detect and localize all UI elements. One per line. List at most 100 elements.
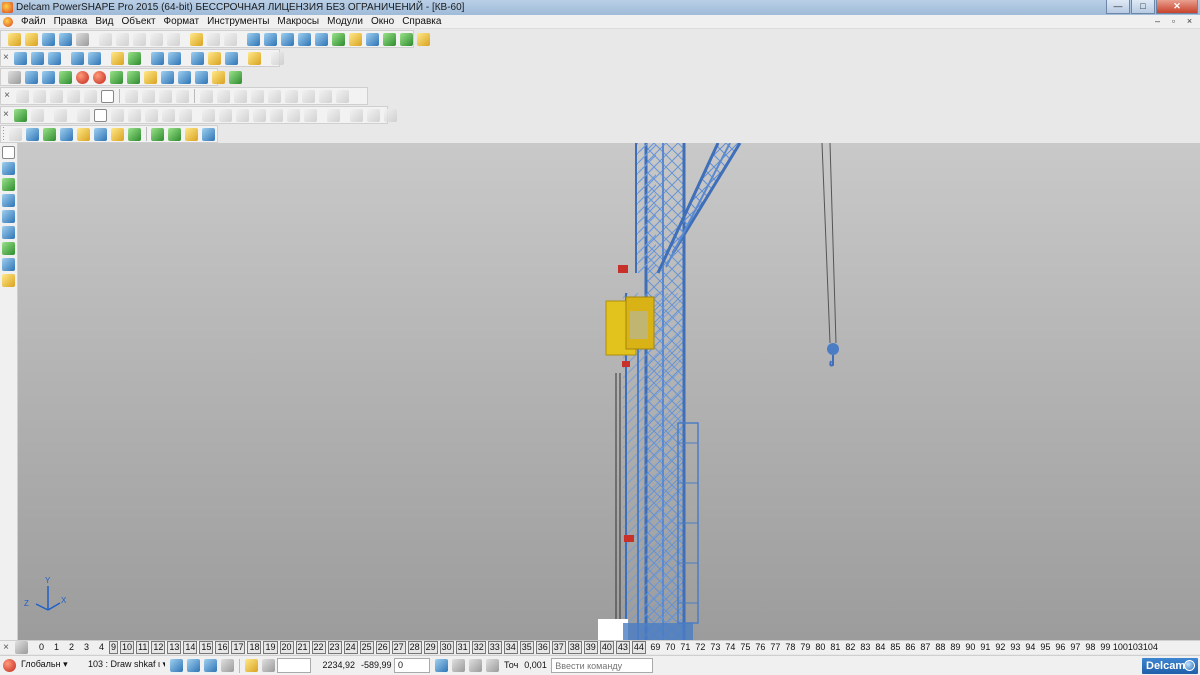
menu-help[interactable]: Справка bbox=[398, 15, 445, 29]
copy-icon[interactable] bbox=[116, 32, 129, 46]
mesh-icon[interactable] bbox=[161, 70, 174, 84]
view-iso-icon[interactable] bbox=[47, 51, 61, 65]
level-button[interactable]: 34 bbox=[503, 641, 518, 654]
electrode-icon[interactable] bbox=[212, 70, 225, 84]
view-cube-icon[interactable] bbox=[70, 51, 84, 65]
curve-edit-6-icon[interactable] bbox=[125, 89, 138, 103]
save-icon[interactable] bbox=[42, 32, 55, 46]
level-button[interactable]: 12 bbox=[151, 641, 166, 654]
solid-icon[interactable] bbox=[59, 70, 72, 84]
surface-edit-10-icon[interactable] bbox=[218, 108, 232, 122]
levels-close-icon[interactable]: × bbox=[2, 641, 10, 654]
surface-edit-7-icon[interactable] bbox=[161, 108, 175, 122]
coord-z[interactable]: 0 bbox=[394, 658, 430, 673]
curve-edit-14-icon[interactable] bbox=[268, 89, 281, 103]
curve-select-icon[interactable] bbox=[101, 89, 114, 103]
clear-icon[interactable] bbox=[150, 32, 163, 46]
lightbulb-icon[interactable] bbox=[247, 51, 261, 65]
view-options-icon[interactable] bbox=[400, 32, 413, 46]
zoom-in-icon[interactable] bbox=[150, 51, 164, 65]
level-button[interactable]: 20 bbox=[279, 641, 294, 654]
level-button[interactable]: 100 bbox=[1113, 642, 1128, 653]
tools-icon[interactable] bbox=[417, 32, 430, 46]
solid-5-icon[interactable] bbox=[93, 127, 107, 141]
surface-edit-18-icon[interactable] bbox=[366, 108, 380, 122]
level-button[interactable]: 91 bbox=[978, 642, 993, 653]
level-button[interactable]: 84 bbox=[873, 642, 888, 653]
curve-tool-icon[interactable] bbox=[2, 194, 15, 207]
surface-edit-16-icon[interactable] bbox=[326, 108, 340, 122]
level-button[interactable]: 26 bbox=[375, 641, 390, 654]
solid-1-icon[interactable] bbox=[8, 127, 22, 141]
menu-modules[interactable]: Модули bbox=[323, 15, 367, 29]
level-button[interactable]: 3 bbox=[79, 642, 94, 653]
grid-icon[interactable] bbox=[262, 659, 275, 672]
level-button[interactable]: 35 bbox=[519, 641, 534, 654]
redo-icon[interactable] bbox=[207, 32, 220, 46]
level-button[interactable]: 79 bbox=[798, 642, 813, 653]
delete-icon[interactable] bbox=[167, 32, 180, 46]
select-arrow-icon[interactable] bbox=[2, 146, 15, 159]
absolute-mode-icon[interactable] bbox=[435, 659, 448, 672]
level-button[interactable]: 30 bbox=[439, 641, 454, 654]
toolbar-close-icon[interactable]: × bbox=[3, 51, 9, 65]
pan-icon[interactable] bbox=[110, 51, 124, 65]
menu-window[interactable]: Окно bbox=[367, 15, 398, 29]
calculator-status-icon[interactable] bbox=[452, 659, 465, 672]
hand-icon[interactable] bbox=[270, 51, 284, 65]
view-cube-alt-icon[interactable] bbox=[87, 51, 101, 65]
workplane-tool-icon[interactable] bbox=[2, 162, 15, 175]
cursor-icon[interactable] bbox=[204, 659, 217, 672]
curve-edit-5-icon[interactable] bbox=[84, 89, 97, 103]
surface-edit-5-icon[interactable] bbox=[127, 108, 141, 122]
level-button[interactable]: 94 bbox=[1023, 642, 1038, 653]
level-button[interactable]: 82 bbox=[843, 642, 858, 653]
level-button[interactable]: 88 bbox=[933, 642, 948, 653]
toolbar-grip[interactable] bbox=[3, 127, 4, 141]
surface-edit-13-icon[interactable] bbox=[269, 108, 283, 122]
paste-icon[interactable] bbox=[133, 32, 146, 46]
solid-3-icon[interactable] bbox=[59, 127, 73, 141]
level-button[interactable]: 29 bbox=[423, 641, 438, 654]
level-button[interactable]: 95 bbox=[1038, 642, 1053, 653]
menu-edit[interactable]: Правка bbox=[50, 15, 92, 29]
close-button[interactable]: ✕ bbox=[1156, 0, 1198, 14]
level-button[interactable]: 36 bbox=[535, 641, 550, 654]
globe-icon[interactable] bbox=[190, 51, 204, 65]
level-button[interactable]: 2 bbox=[64, 642, 79, 653]
level-button[interactable]: 76 bbox=[753, 642, 768, 653]
print-icon[interactable] bbox=[76, 32, 89, 46]
toolbar-close-icon[interactable]: × bbox=[3, 89, 11, 103]
surface-edit-9-icon[interactable] bbox=[201, 108, 215, 122]
level-button[interactable]: 22 bbox=[311, 641, 326, 654]
solid-7-icon[interactable] bbox=[127, 127, 141, 141]
document-icon[interactable] bbox=[3, 16, 13, 27]
surface-edit-8-icon[interactable] bbox=[178, 108, 192, 122]
curve-edit-10-icon[interactable] bbox=[200, 89, 213, 103]
line-tool-icon[interactable] bbox=[2, 178, 15, 191]
solid-4-icon[interactable] bbox=[76, 127, 90, 141]
menu-file[interactable]: Файл bbox=[17, 15, 50, 29]
surface-edit-3-icon[interactable] bbox=[76, 108, 90, 122]
solid-9-icon[interactable] bbox=[168, 127, 181, 141]
level-select[interactable]: 103 : Draw shkaf ι ▾ bbox=[85, 658, 165, 673]
curve-edit-17-icon[interactable] bbox=[319, 89, 332, 103]
level-button[interactable]: 1 bbox=[49, 642, 64, 653]
selection-filter-icon[interactable] bbox=[170, 659, 183, 672]
doc-close-button[interactable]: × bbox=[1183, 16, 1196, 27]
curve-edit-18-icon[interactable] bbox=[336, 89, 349, 103]
minimize-button[interactable]: — bbox=[1106, 0, 1130, 14]
document-icon[interactable] bbox=[25, 70, 38, 84]
curve-edit-2-icon[interactable] bbox=[33, 89, 46, 103]
level-button[interactable]: 85 bbox=[888, 642, 903, 653]
level-button[interactable]: 69 bbox=[648, 642, 663, 653]
level-button[interactable]: 18 bbox=[247, 641, 262, 654]
level-button[interactable]: 80 bbox=[813, 642, 828, 653]
command-input[interactable] bbox=[551, 658, 654, 673]
snap-icon[interactable] bbox=[332, 32, 345, 46]
menu-object[interactable]: Объект bbox=[117, 15, 159, 29]
surface-edit-12-icon[interactable] bbox=[252, 108, 266, 122]
repeat-icon[interactable] bbox=[224, 32, 237, 46]
view-back-icon[interactable] bbox=[30, 51, 44, 65]
new-file-icon[interactable] bbox=[8, 32, 21, 46]
